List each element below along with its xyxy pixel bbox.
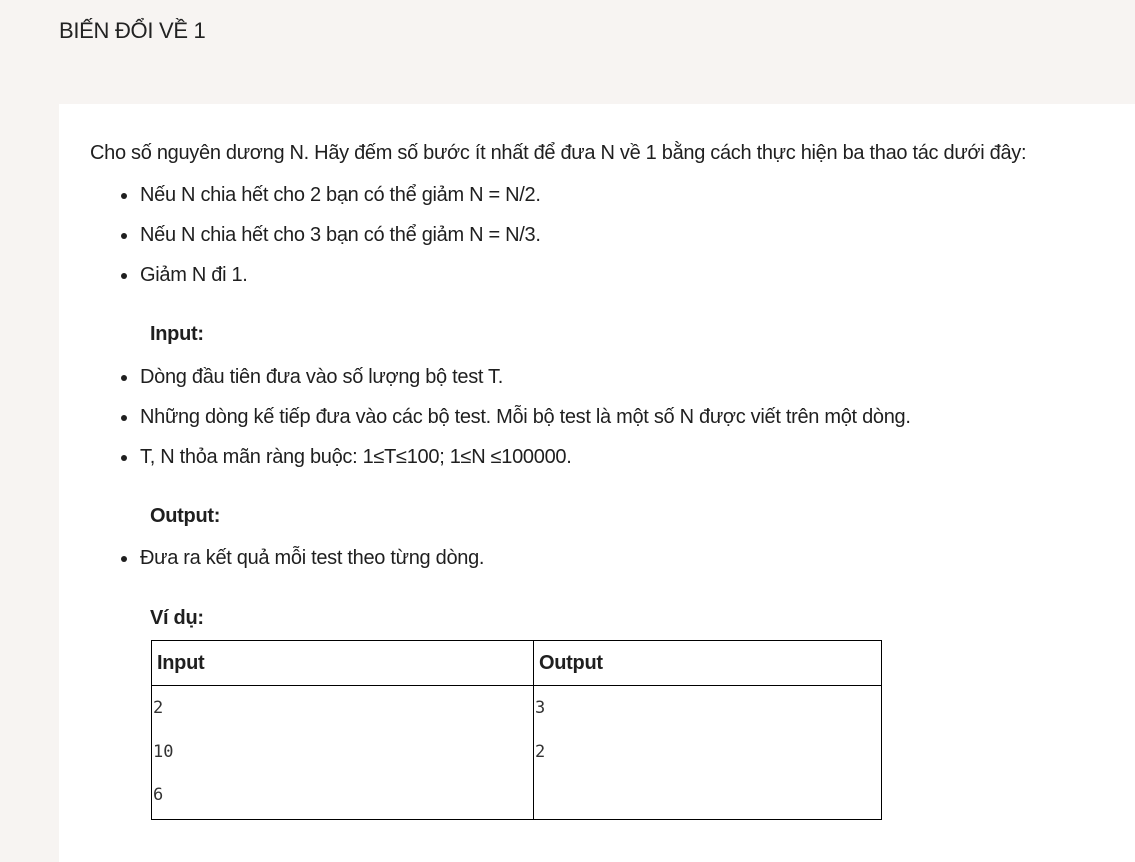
problem-card: Cho số nguyên dương N. Hãy đếm số bước í…: [59, 104, 1135, 862]
list-item: Giảm N đi 1.: [59, 264, 541, 304]
table-header-row: Input Output: [151, 640, 882, 686]
list-item: Nếu N chia hết cho 2 bạn có thể giảm N =…: [59, 184, 541, 224]
list-item: T, N thỏa mãn ràng buộc: 1≤T≤100; 1≤N ≤1…: [59, 446, 911, 486]
example-table: Input Output 2 10 6 3 2: [151, 640, 882, 820]
input-column-header: Input: [151, 640, 534, 686]
sample-output-line: 2: [535, 741, 546, 762]
list-item: Dòng đầu tiên đưa vào số lượng bộ test T…: [59, 366, 911, 406]
example-heading: Ví dụ:: [150, 607, 204, 629]
list-item: Những dòng kế tiếp đưa vào các bộ test. …: [59, 406, 911, 446]
input-heading: Input:: [150, 323, 204, 345]
input-list: Dòng đầu tiên đưa vào số lượng bộ test T…: [59, 366, 911, 486]
output-column-header: Output: [533, 640, 882, 686]
problem-intro: Cho số nguyên dương N. Hãy đếm số bước í…: [90, 142, 1027, 164]
operations-list: Nếu N chia hết cho 2 bạn có thể giảm N =…: [59, 184, 541, 304]
list-item: Nếu N chia hết cho 3 bạn có thể giảm N =…: [59, 224, 541, 264]
sample-output-cell: 3 2: [533, 685, 882, 820]
list-item: Đưa ra kết quả mỗi test theo từng dòng.: [59, 547, 484, 587]
sample-input-line: 2: [153, 698, 164, 718]
sample-input-line: 10: [153, 741, 174, 762]
sample-input-cell: 2 10 6: [151, 685, 534, 820]
sample-input-line: 6: [153, 785, 164, 805]
page-title: BIẾN ĐỔI VỀ 1: [59, 18, 206, 43]
sample-output-line: 3: [535, 698, 546, 718]
table-row: 2 10 6 3 2: [151, 685, 882, 820]
output-list: Đưa ra kết quả mỗi test theo từng dòng.: [59, 547, 484, 587]
output-heading: Output:: [150, 505, 221, 527]
